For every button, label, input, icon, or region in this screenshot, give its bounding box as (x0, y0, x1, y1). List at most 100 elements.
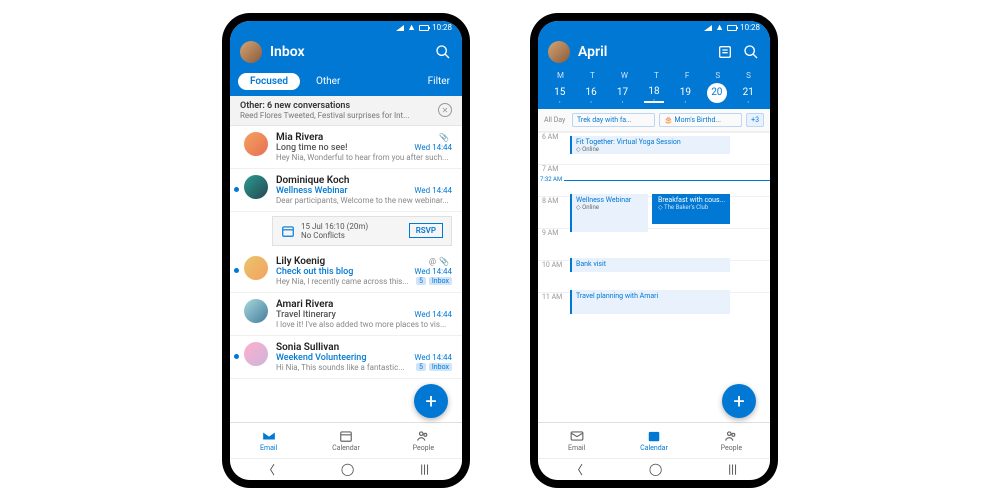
calendar-event[interactable]: Breakfast with cous...◇ The Baker's Club (652, 194, 730, 224)
tab-other[interactable]: Other (304, 73, 352, 90)
recents-button[interactable]: ||| (420, 462, 429, 476)
page-title: April (578, 44, 708, 60)
other-banner-title: Other: 6 new conversations (240, 101, 438, 111)
now-label: 7:32 AM (540, 176, 562, 183)
unread-dot (234, 354, 239, 359)
sender-name: Amari Rivera (276, 299, 452, 310)
message-subject: Wellness Webinar (276, 186, 414, 196)
date-cell[interactable]: 15• (550, 83, 570, 103)
message-row[interactable]: Dominique KochWellness WebinarWed 14:44D… (230, 169, 462, 212)
message-row[interactable]: Amari RiveraTravel ItineraryWed 14:44I l… (230, 293, 462, 336)
weekday-label: W (621, 71, 628, 80)
attachment-icon: 📎 (439, 257, 449, 266)
other-banner-sub: Reed Flores Tweeted, Festival surprises … (240, 111, 438, 120)
date-cell[interactable]: 18• (644, 83, 664, 103)
agenda-icon[interactable] (716, 43, 734, 61)
battery-icon (727, 25, 737, 31)
close-icon[interactable]: ✕ (438, 103, 452, 117)
now-indicator (564, 180, 770, 181)
back-button[interactable]: 〈 (571, 461, 583, 478)
signal-icon (396, 25, 404, 31)
calendar-event[interactable]: Fit Together: Virtual Yoga Session◇ Onli… (570, 136, 730, 154)
message-time: Wed 14:44 (414, 143, 452, 153)
phone-inbox: ▲ 10:28 Inbox Focused Other Filter Other… (222, 13, 470, 488)
date-cell[interactable]: 20• (707, 83, 727, 103)
home-button[interactable]: ◯ (649, 462, 662, 476)
event-title: Bank visit (576, 260, 726, 268)
message-row[interactable]: Mia Rivera📎Long time no see!Wed 14:44Hey… (230, 126, 462, 169)
date-cell[interactable]: 16• (581, 83, 601, 103)
date-cell[interactable]: 21• (738, 83, 758, 103)
sender-name: Lily Koenig (276, 256, 429, 267)
signal-icon (704, 25, 712, 31)
message-time: Wed 14:44 (414, 186, 452, 196)
message-preview: Hi Nia, This sounds like a fantastic... (276, 363, 413, 372)
compose-fab[interactable]: + (414, 384, 448, 418)
attachment-icon: 📎 (439, 133, 449, 142)
message-time: Wed 14:44 (414, 353, 452, 363)
all-day-row: All Day Trek day with fa... 🎂 Mom's Birt… (538, 109, 770, 132)
page-title: Inbox (270, 44, 426, 60)
calendar-header: April (538, 35, 770, 69)
sender-avatar (244, 299, 268, 323)
system-nav: 〈 ◯ ||| (230, 458, 462, 480)
weekday-label: S (715, 71, 720, 80)
sender-name: Sonia Sullivan (276, 342, 452, 353)
weekday-label: T (590, 71, 595, 80)
message-time: Wed 14:44 (414, 310, 452, 320)
event-title: Fit Together: Virtual Yoga Session (576, 138, 726, 146)
date-cell[interactable]: 17• (613, 83, 633, 103)
sender-avatar (244, 256, 268, 280)
home-button[interactable]: ◯ (341, 462, 354, 476)
calendar-body[interactable]: 6 AM7 AM8 AM9 AM10 AM11 AM7:32 AMFit Tog… (538, 132, 770, 422)
rsvp-time: 15 Jul 16:10 (20m) (301, 222, 403, 231)
event-location: ◇ The Baker's Club (658, 204, 726, 211)
message-preview: I love it! I've also added two more plac… (276, 320, 452, 329)
recents-button[interactable]: ||| (728, 462, 737, 476)
allday-event[interactable]: 🎂 Mom's Birthd... (659, 113, 742, 127)
allday-event[interactable]: Trek day with fa... (572, 113, 655, 127)
mention-icon: @ (429, 257, 436, 266)
message-preview: Dear participants, Welcome to the new we… (276, 196, 452, 205)
nav-calendar[interactable]: Calendar (615, 423, 692, 458)
new-event-fab[interactable]: + (722, 384, 756, 418)
tab-focused[interactable]: Focused (238, 73, 300, 90)
message-row[interactable]: Lily Koenig@📎Check out this blogWed 14:4… (230, 250, 462, 293)
unread-dot (234, 268, 239, 273)
message-subject: Long time no see! (276, 143, 414, 153)
profile-avatar[interactable] (240, 41, 262, 63)
message-row[interactable]: Sonia SullivanWeekend VolunteeringWed 14… (230, 336, 462, 379)
message-time: Wed 14:44 (414, 267, 452, 277)
bottom-nav: Email Calendar People (538, 422, 770, 458)
filter-button[interactable]: Filter (428, 76, 454, 87)
event-title: Travel planning with Amari (576, 292, 726, 300)
all-day-label: All Day (544, 116, 568, 124)
nav-email[interactable]: Email (538, 423, 615, 458)
nav-people[interactable]: People (385, 423, 462, 458)
event-location: ◇ Online (576, 204, 644, 211)
other-banner[interactable]: Other: 6 new conversations Reed Flores T… (230, 96, 462, 126)
hour-label: 7 AM (538, 164, 770, 173)
nav-email[interactable]: Email (230, 423, 307, 458)
bottom-nav: Email Calendar People (230, 422, 462, 458)
calendar-icon (281, 224, 295, 238)
weekday-label: T (654, 71, 659, 80)
message-subject: Travel Itinerary (276, 310, 414, 320)
date-cell[interactable]: 19• (675, 83, 695, 103)
status-bar: ▲ 10:28 (230, 21, 462, 35)
back-button[interactable]: 〈 (263, 461, 275, 478)
sender-name: Mia Rivera (276, 132, 439, 143)
search-icon[interactable] (742, 43, 760, 61)
calendar-event[interactable]: Wellness Webinar◇ Online (570, 194, 648, 232)
sender-avatar (244, 132, 268, 156)
rsvp-button[interactable]: RSVP (409, 223, 443, 238)
nav-people[interactable]: People (693, 423, 770, 458)
calendar-event[interactable]: Bank visit (570, 258, 730, 272)
calendar-event[interactable]: Travel planning with Amari (570, 290, 730, 314)
inbox-header: Inbox (230, 35, 462, 69)
allday-more[interactable]: +3 (746, 113, 764, 127)
search-icon[interactable] (434, 43, 452, 61)
profile-avatar[interactable] (548, 41, 570, 63)
nav-calendar[interactable]: Calendar (307, 423, 384, 458)
sender-name: Dominique Koch (276, 175, 452, 186)
